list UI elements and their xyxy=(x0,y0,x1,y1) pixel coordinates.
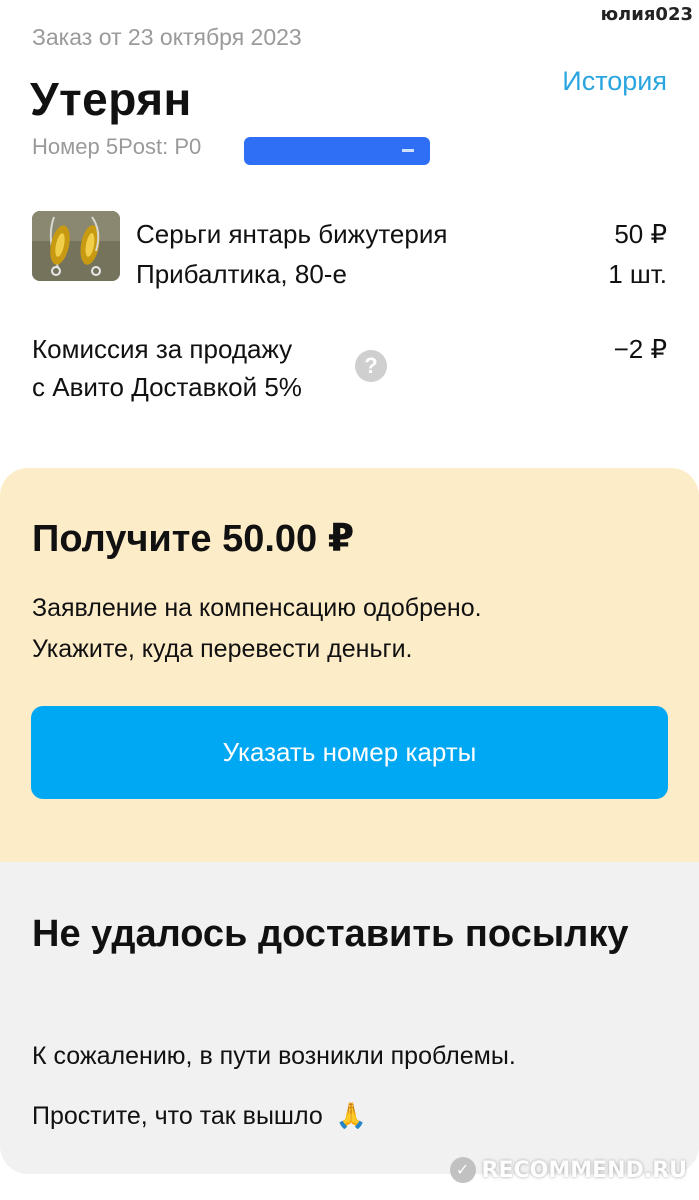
commission-value: −2 ₽ xyxy=(613,334,667,364)
compensation-card: Получите 50.00 ₽ Заявление на компенсаци… xyxy=(0,468,699,863)
compensation-text: Заявление на компенсацию одобрено. Укажи… xyxy=(32,588,652,670)
site-watermark: ✓ RECOMMEND.RU xyxy=(449,1150,687,1190)
delivery-failure-text: К сожалению, в пути возникли проблемы. xyxy=(32,1042,516,1070)
delivery-failure-card: Не удалось доставить посылку К сожалению… xyxy=(0,862,699,1174)
username-watermark: юлия023 xyxy=(600,4,693,25)
compensation-title: Получите 50.00 ₽ xyxy=(32,518,355,560)
item-price-block: 50 ₽ 1 шт. xyxy=(608,214,667,294)
recommend-logo-icon: ✓ xyxy=(449,1157,476,1183)
praying-hands-emoji: 🙏 xyxy=(335,1102,367,1130)
compensation-text-line2: Укажите, куда перевести деньги. xyxy=(32,635,413,663)
item-name-line2: Прибалтика, 80-е xyxy=(136,259,347,289)
item-name[interactable]: Серьги янтарь бижутерия Прибалтика, 80-е xyxy=(136,214,536,294)
item-quantity: 1 шт. xyxy=(608,259,667,289)
apology-text: Простите, что так вышло xyxy=(32,1102,323,1130)
help-icon[interactable]: ? xyxy=(355,350,387,382)
delivery-failure-title: Не удалось доставить посылку xyxy=(32,913,629,955)
commission-label: Комиссия за продажу с Авито Доставкой 5% xyxy=(32,330,362,406)
enter-card-number-button[interactable]: Указать номер карты xyxy=(31,706,668,799)
commission-label-line2: с Авито Доставкой 5% xyxy=(32,372,302,402)
site-watermark-text: RECOMMEND.RU xyxy=(481,1157,687,1183)
apology-text-row: Простите, что так вышло 🙏 xyxy=(32,1102,367,1131)
tracking-number: Номер 5Post: P0 xyxy=(32,134,202,159)
order-date: Заказ от 23 октября 2023 xyxy=(32,24,302,50)
compensation-text-line1: Заявление на компенсацию одобрено. xyxy=(32,594,482,622)
redaction-mark xyxy=(244,137,430,165)
order-status-title: Утерян xyxy=(30,73,192,125)
item-name-line1: Серьги янтарь бижутерия xyxy=(136,219,448,249)
item-price: 50 ₽ xyxy=(614,219,667,249)
item-thumbnail[interactable] xyxy=(32,211,120,281)
commission-label-line1: Комиссия за продажу xyxy=(32,334,293,364)
history-link[interactable]: История xyxy=(562,66,667,97)
